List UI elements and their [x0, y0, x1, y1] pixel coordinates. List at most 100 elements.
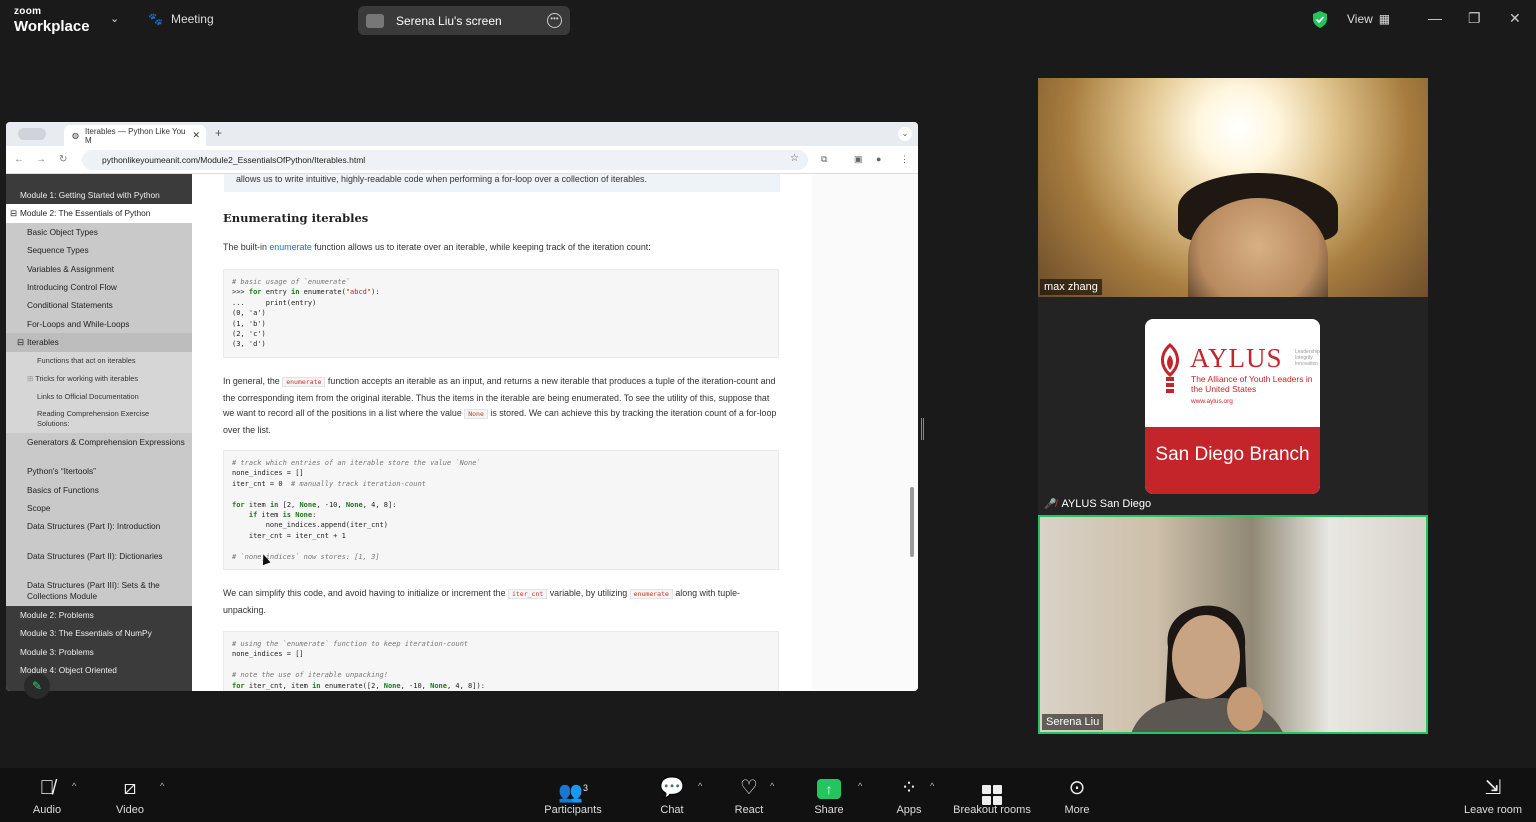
- forward-icon[interactable]: →: [36, 154, 46, 165]
- audio-button[interactable]: 🎙̸ Audio: [28, 774, 66, 816]
- view-button[interactable]: View ▦: [1347, 12, 1390, 26]
- collapse-icon: ⊟: [10, 208, 17, 219]
- sidebar-item[interactable]: Python's “Itertools”: [6, 462, 192, 480]
- menu-dots-icon[interactable]: ⋮: [900, 154, 909, 165]
- sidebar-item-iterables[interactable]: ⊟ Iterables: [6, 333, 192, 352]
- screen-label: Serena Liu's screen: [396, 13, 502, 28]
- sidebar-subitem[interactable]: Functions that act on iterables: [6, 351, 192, 370]
- apps-button[interactable]: ⁘ Apps: [893, 774, 925, 816]
- meeting-label: Meeting: [170, 12, 214, 26]
- share-button[interactable]: ↑ Share: [812, 774, 846, 816]
- docs-sidebar: Module 1: Getting Started with Python ⊟ M…: [6, 174, 192, 691]
- video-options-caret-icon[interactable]: ^: [160, 781, 164, 791]
- scrollbar[interactable]: [910, 487, 914, 557]
- brand-small: zoom: [14, 6, 42, 17]
- tab-list-chevron-icon[interactable]: ⌄: [898, 127, 912, 141]
- sidebar-item-module[interactable]: Module 3: The Essentials of NumPy: [6, 624, 192, 643]
- more-options-icon[interactable]: •••: [547, 13, 562, 28]
- leave-room-button[interactable]: ⇲ Leave room: [1462, 774, 1524, 816]
- profile-avatar-icon[interactable]: ●: [876, 154, 881, 164]
- more-button[interactable]: ⊙ More: [1060, 774, 1094, 816]
- chat-options-caret-icon[interactable]: ^: [698, 781, 702, 791]
- close-icon[interactable]: ✕: [1509, 10, 1521, 27]
- react-options-caret-icon[interactable]: ^: [770, 781, 774, 791]
- sidebar-item[interactable]: Basic Object Types: [6, 223, 192, 241]
- apps-options-caret-icon[interactable]: ^: [930, 781, 934, 791]
- minimize-icon[interactable]: —: [1428, 10, 1442, 26]
- meeting-button[interactable]: 🐾 Meeting: [148, 12, 214, 26]
- split-drag-handle[interactable]: [921, 418, 924, 440]
- reload-icon[interactable]: ↻: [59, 154, 67, 165]
- sidebar-item-module2[interactable]: ⊟ Module 2: The Essentials of Python: [6, 204, 192, 223]
- enumerate-link[interactable]: enumerate: [269, 242, 311, 252]
- sidebar-item[interactable]: For-Loops and While-Loops: [6, 315, 192, 333]
- zoom-top-bar: zoom Workplace ⌄ 🐾 Meeting Serena Liu's …: [0, 0, 1536, 40]
- sidebar-subitem[interactable]: ⊞ Tricks for working with iterables: [6, 369, 192, 389]
- aylus-subtitle: The Alliance of Youth Leaders in the Uni…: [1191, 374, 1313, 394]
- video-button[interactable]: ⧄ Video: [110, 774, 150, 816]
- share-label: Share: [814, 804, 844, 816]
- video-tile-aylus[interactable]: AYLUS Leadership Integrity Innovation Th…: [1038, 297, 1428, 516]
- tab-title: Iterables — Python Like You M: [84, 126, 186, 145]
- sidebar-item[interactable]: Conditional Statements: [6, 296, 192, 314]
- audio-options-caret-icon[interactable]: ^: [72, 781, 76, 791]
- sidebar-spacer: [6, 174, 192, 186]
- chat-button[interactable]: 💬 Chat: [656, 774, 688, 816]
- camera-off-icon: ⧄: [123, 777, 137, 799]
- paw-icon: 🐾: [148, 12, 163, 26]
- participant-name-aylus: 🎤̸ AYLUS San Diego: [1044, 498, 1151, 510]
- tab-search-icon[interactable]: [18, 128, 46, 140]
- view-label: View: [1347, 12, 1373, 26]
- sidebar-item[interactable]: Data Structures (Part II): Dictionaries: [6, 547, 192, 577]
- split-view-icon[interactable]: ▣: [854, 154, 863, 165]
- aylus-branch: San Diego Branch: [1145, 427, 1320, 494]
- screen-share-indicator[interactable]: Serena Liu's screen •••: [358, 6, 570, 35]
- browser-tab[interactable]: ◍ Iterables — Python Like You M ✕: [64, 125, 206, 146]
- share-options-caret-icon[interactable]: ^: [858, 781, 862, 791]
- apps-icon: ⁘: [900, 777, 918, 799]
- annotate-pencil-icon[interactable]: ✎: [24, 673, 50, 699]
- shared-screen-browser: ◍ Iterables — Python Like You M ✕ + ⌄ ← …: [6, 122, 918, 691]
- security-shield-icon[interactable]: [1312, 11, 1328, 28]
- video-tile-max-zhang[interactable]: max zhang: [1038, 78, 1428, 297]
- leave-room-icon: ⇲: [1484, 777, 1502, 799]
- tricks-label: Tricks for working with iterables: [35, 373, 139, 383]
- sidebar-item[interactable]: Data Structures (Part I): Introduction: [6, 517, 192, 547]
- browser-tab-strip: ◍ Iterables — Python Like You M ✕ + ⌄: [6, 122, 918, 146]
- chevron-down-icon[interactable]: ⌄: [110, 12, 119, 25]
- sidebar-item[interactable]: Data Structures (Part III): Sets & the C…: [6, 576, 192, 606]
- sidebar-subitem[interactable]: Links to Official Documentation: [6, 388, 192, 407]
- url-field[interactable]: pythonlikeyoumeanit.com/Module2_Essentia…: [82, 150, 808, 170]
- video-tile-serena-liu[interactable]: Serena Liu: [1038, 515, 1428, 734]
- sidebar-item-module[interactable]: Module 3: Problems: [6, 642, 192, 662]
- extensions-icon[interactable]: ⧉: [821, 154, 827, 165]
- sidebar-item[interactable]: Variables & Assignment: [6, 260, 192, 278]
- p2-a: In general, the: [223, 376, 283, 386]
- chat-label: Chat: [660, 804, 684, 816]
- sidebar-item-module[interactable]: Module 2: Problems: [6, 605, 192, 625]
- leave-label: Leave room: [1463, 804, 1523, 816]
- chat-icon: 💬: [659, 777, 685, 799]
- sidebar-item[interactable]: Introducing Control Flow: [6, 278, 192, 296]
- participants-button[interactable]: 👥3 Participants: [540, 774, 606, 816]
- new-tab-icon[interactable]: +: [215, 126, 222, 140]
- expand-icon: ⊞: [27, 373, 34, 383]
- sidebar-item[interactable]: Scope: [6, 499, 192, 517]
- p1-post: function allows us to iterate over an it…: [311, 242, 651, 252]
- sidebar-item-module1[interactable]: Module 1: Getting Started with Python: [6, 186, 192, 205]
- zoom-workplace-logo[interactable]: zoom Workplace: [14, 6, 90, 35]
- react-button[interactable]: ♡ React: [732, 774, 766, 816]
- tab-close-icon[interactable]: ✕: [192, 130, 200, 141]
- sidebar-item[interactable]: Generators & Comprehension Expressions: [6, 433, 192, 463]
- p1-pre: The built-in: [223, 242, 270, 252]
- right-margin: [812, 174, 918, 691]
- breakout-rooms-button[interactable]: Breakout rooms: [950, 774, 1034, 816]
- sidebar-item[interactable]: Basics of Functions: [6, 481, 192, 499]
- more-label: More: [1064, 804, 1090, 816]
- sidebar-subitem[interactable]: Reading Comprehension Exercise Solutions…: [6, 406, 192, 433]
- bookmark-star-icon[interactable]: ☆: [790, 153, 799, 164]
- restore-icon[interactable]: ❐: [1468, 10, 1481, 27]
- sidebar-item[interactable]: Sequence Types: [6, 241, 192, 259]
- back-icon[interactable]: ←: [14, 154, 24, 165]
- paragraph-1: The built-in enumerate function allows u…: [223, 240, 779, 256]
